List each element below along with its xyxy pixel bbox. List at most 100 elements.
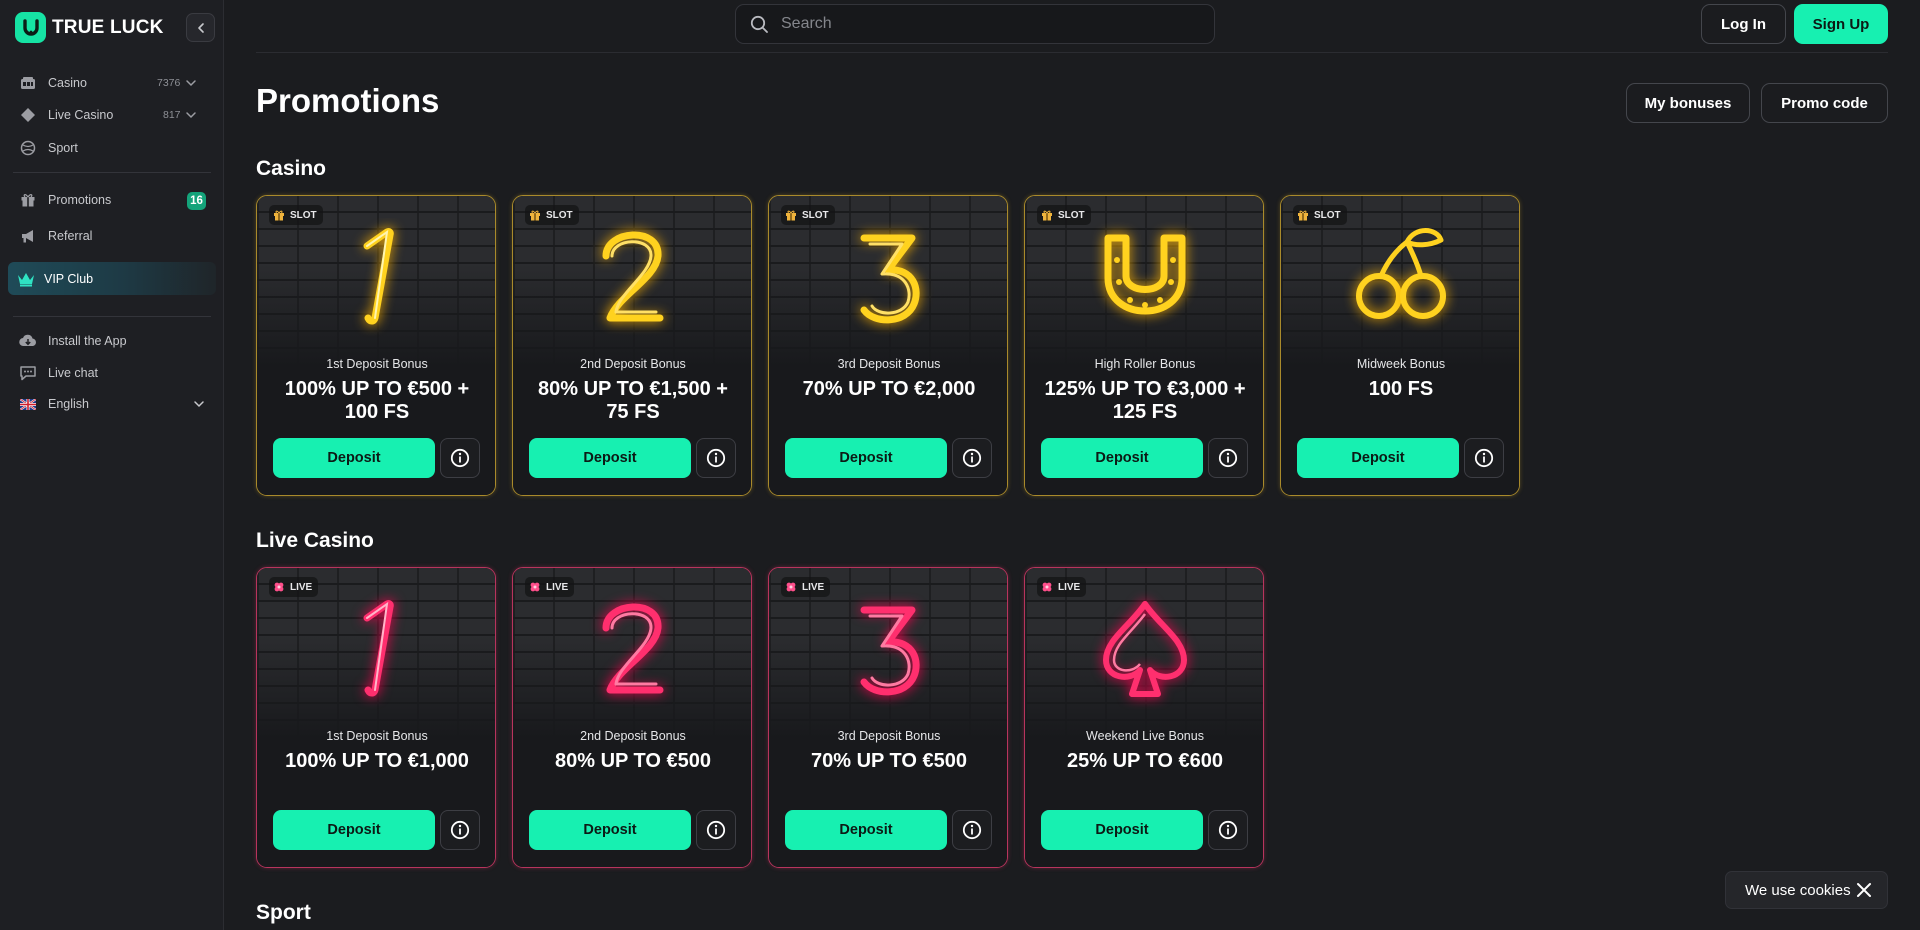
card-offer: 25% UP TO €600 <box>1066 750 1224 772</box>
deposit-button[interactable]: Deposit <box>1041 438 1203 478</box>
promo-card[interactable]: LIVE 2nd Deposit Bonus 80% UP TO €500 De… <box>512 567 752 868</box>
section-title-sport: Sport <box>256 901 311 924</box>
gift-icon <box>786 210 796 221</box>
card-offer: 70% UP TO €500 <box>810 750 968 772</box>
info-button[interactable] <box>440 438 480 478</box>
deposit-button[interactable]: Deposit <box>1297 438 1459 478</box>
card-tag-label: SLOT <box>290 209 317 221</box>
promo-card[interactable]: SLOT Midweek Bonus 100 FS Deposit <box>1280 195 1520 496</box>
flower-icon <box>530 582 540 592</box>
card-tag-label: LIVE <box>290 581 313 593</box>
card-tag: SLOT <box>269 205 323 225</box>
close-icon[interactable] <box>1855 881 1873 899</box>
card-tag: LIVE <box>781 577 831 597</box>
promo-card[interactable]: LIVE 1st Deposit Bonus 100% UP TO €1,000… <box>256 567 496 868</box>
sidebar-item-label: Install the App <box>48 334 127 348</box>
info-button[interactable] <box>440 810 480 850</box>
deposit-button[interactable]: Deposit <box>785 810 947 850</box>
promo-code-button[interactable]: Promo code <box>1761 83 1888 123</box>
collapse-sidebar-button[interactable] <box>186 13 215 42</box>
info-icon <box>450 448 470 468</box>
sidebar-item-referral[interactable]: Referral <box>0 222 224 250</box>
card-tag-label: SLOT <box>1314 209 1341 221</box>
card-tag: LIVE <box>1037 577 1087 597</box>
neon-one-icon <box>363 600 394 697</box>
card-tag: LIVE <box>269 577 319 597</box>
info-icon <box>962 448 982 468</box>
chevron-left-icon <box>197 22 204 33</box>
deposit-button[interactable]: Deposit <box>785 438 947 478</box>
info-button[interactable] <box>952 810 992 850</box>
promotions-count-badge: 16 <box>187 192 206 210</box>
card-subtitle: 1st Deposit Bonus <box>326 357 428 371</box>
live-casino-icon <box>19 106 37 124</box>
card-subtitle: 2nd Deposit Bonus <box>580 357 686 371</box>
flower-icon <box>786 582 796 592</box>
card-subtitle: 3rd Deposit Bonus <box>837 729 941 743</box>
cookie-notice: We use cookies <box>1725 871 1888 909</box>
brand[interactable]: TRUE LUCK <box>15 12 164 43</box>
promo-card[interactable]: LIVE Weekend Live Bonus 25% UP TO €600 D… <box>1024 567 1264 868</box>
flower-icon <box>1042 582 1052 592</box>
cookie-text: We use cookies <box>1745 881 1851 899</box>
sidebar-item-casino[interactable]: Casino 7376 <box>0 69 224 97</box>
sidebar-item-install-app[interactable]: Install the App <box>0 327 224 355</box>
chevron-down-icon[interactable] <box>193 398 205 410</box>
promo-card[interactable]: SLOT 1st Deposit Bonus 100% UP TO €500 +… <box>256 195 496 496</box>
neon-horseshoe-icon <box>1104 234 1186 315</box>
deposit-button[interactable]: Deposit <box>273 438 435 478</box>
app: TRUE LUCK Casino 7376 Live Casino 817 Sp… <box>0 0 1920 930</box>
promo-card[interactable]: SLOT High Roller Bonus 125% UP TO €3,000… <box>1024 195 1264 496</box>
neon-cherries-icon <box>1356 228 1446 319</box>
casino-icon <box>19 74 37 92</box>
card-offer: 70% UP TO €2,000 <box>802 378 976 400</box>
gift-icon <box>19 191 37 209</box>
card-subtitle: 2nd Deposit Bonus <box>580 729 686 743</box>
brand-logo-icon <box>15 12 46 43</box>
sidebar-item-promotions[interactable]: Promotions 16 <box>0 186 224 214</box>
promo-card[interactable]: LIVE 3rd Deposit Bonus 70% UP TO €500 De… <box>768 567 1008 868</box>
login-button[interactable]: Log In <box>1701 4 1786 44</box>
sidebar-item-label: VIP Club <box>44 271 94 286</box>
deposit-button[interactable]: Deposit <box>273 810 435 850</box>
info-button[interactable] <box>696 438 736 478</box>
info-icon <box>1218 820 1238 840</box>
gift-icon <box>530 210 540 221</box>
signup-button[interactable]: Sign Up <box>1794 4 1888 44</box>
sidebar-item-label: Promotions <box>48 193 112 207</box>
sidebar-item-language[interactable]: English <box>0 390 224 418</box>
card-offer: 125% UP TO €3,000 + 125 FS <box>1044 378 1246 423</box>
search-input[interactable] <box>781 15 1201 33</box>
search-icon <box>750 15 768 33</box>
card-offer: 100 FS <box>1368 378 1434 400</box>
card-tag: LIVE <box>525 577 575 597</box>
my-bonuses-button[interactable]: My bonuses <box>1626 83 1750 123</box>
gift-icon <box>1298 210 1308 221</box>
sidebar-item-live-chat[interactable]: Live chat <box>0 359 224 387</box>
promo-card[interactable]: SLOT 2nd Deposit Bonus 80% UP TO €1,500 … <box>512 195 752 496</box>
deposit-button[interactable]: Deposit <box>1041 810 1203 850</box>
info-button[interactable] <box>1464 438 1504 478</box>
chevron-down-icon[interactable] <box>185 109 197 121</box>
card-tag: SLOT <box>781 205 835 225</box>
card-offer: 80% UP TO €500 <box>554 750 712 772</box>
deposit-button[interactable]: Deposit <box>529 438 691 478</box>
sidebar-item-vip-club[interactable]: VIP Club <box>8 262 216 295</box>
promo-card[interactable]: SLOT 3rd Deposit Bonus 70% UP TO €2,000 … <box>768 195 1008 496</box>
cloud-download-icon <box>19 332 37 350</box>
sidebar-item-label: Casino <box>48 76 87 90</box>
info-button[interactable] <box>952 438 992 478</box>
info-button[interactable] <box>1208 810 1248 850</box>
chevron-down-icon[interactable] <box>185 77 197 89</box>
sidebar-item-sport[interactable]: Sport <box>0 134 224 162</box>
megaphone-icon <box>19 227 37 245</box>
sidebar-item-live-casino[interactable]: Live Casino 817 <box>0 101 224 129</box>
chat-icon <box>19 364 37 382</box>
info-button[interactable] <box>1208 438 1248 478</box>
card-subtitle: 1st Deposit Bonus <box>326 729 428 743</box>
neon-three-icon <box>860 606 920 696</box>
neon-one-icon <box>363 228 394 325</box>
search-bar[interactable] <box>735 4 1215 44</box>
info-button[interactable] <box>696 810 736 850</box>
deposit-button[interactable]: Deposit <box>529 810 691 850</box>
